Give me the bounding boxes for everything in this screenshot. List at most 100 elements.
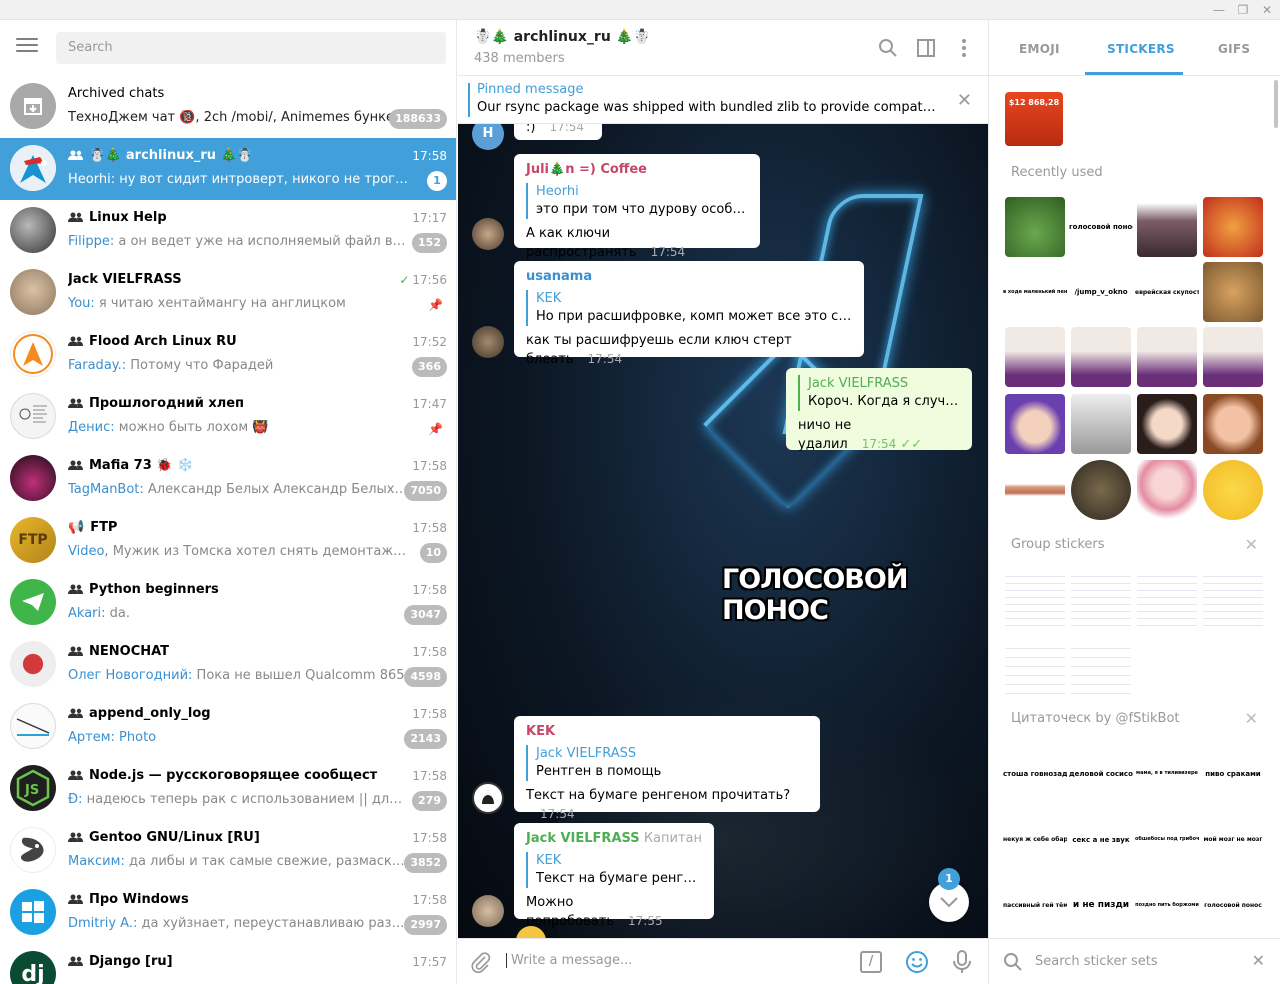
sticker[interactable]	[1203, 197, 1263, 257]
chat-item-archlinux-ru[interactable]: ☃️🎄 archlinux_ru 🎄☃️ 17:58 Heorhi: ну во…	[0, 138, 456, 200]
chat-item-nenochat[interactable]: NENOCHAT 17:58 Олег Новогодний: Пока не …	[0, 634, 456, 696]
sticker[interactable]	[1203, 327, 1263, 387]
sticker[interactable]: голосовой понос	[1201, 902, 1265, 909]
chat-item-mafia-73[interactable]: Mafia 73 🐞 ❄️ 17:58 TagManBot: Александр…	[0, 448, 456, 510]
close-icon[interactable]: ✕	[1245, 535, 1258, 554]
sticker[interactable]	[1137, 394, 1197, 454]
message-bubble[interactable]: usanama KEK Но при расшифровке, комп мож…	[514, 261, 864, 367]
sticker[interactable]	[1005, 570, 1065, 630]
sticker[interactable]	[1005, 460, 1065, 520]
command-icon[interactable]: /	[860, 951, 882, 973]
sticker[interactable]	[1005, 394, 1065, 454]
chat-item-jack-vielfrass[interactable]: Jack VIELFRASS ✓ 17:56 You: я читаю хента…	[0, 262, 456, 324]
sticker-message[interactable]: ГОЛОСОВОЙ ПОНОС	[722, 564, 988, 626]
chat-item-append-only-log[interactable]: append_only_log 17:58 Артем: Photo 2143	[0, 696, 456, 758]
scrollbar[interactable]	[1274, 80, 1278, 128]
sticker[interactable]: пассивный гей тёма	[1003, 902, 1067, 909]
sticker[interactable]	[1203, 262, 1263, 322]
tab-stickers[interactable]: STICKERS	[1107, 42, 1175, 56]
sidebar-toggle-icon[interactable]	[916, 38, 936, 58]
chat-preview: Максим: да либы и так самые свежие, разм…	[68, 854, 408, 869]
sticker[interactable]: пиво сраками	[1201, 770, 1265, 778]
sticker[interactable]	[1071, 570, 1131, 630]
sticker[interactable]: деловой сосисон	[1069, 770, 1133, 778]
chat-item-pro-windows[interactable]: Про Windows 17:58 Dmitriy A.: да хуйзнае…	[0, 882, 456, 944]
sticker[interactable]: в ходе маленький пенис смотреть	[1003, 289, 1067, 295]
message-bubble[interactable]: :) 17:54	[514, 124, 602, 140]
close-window-button[interactable]: ✕	[1258, 2, 1276, 18]
sticker[interactable]: некуя ж себе обарбанк	[1003, 836, 1067, 843]
sticker[interactable]	[1203, 570, 1263, 630]
sticker[interactable]: еврейская скупость	[1135, 289, 1199, 296]
reply-quote[interactable]: Heorhi это при том что дурову особно ...	[526, 183, 748, 219]
sticker[interactable]: обшебосы под грибочками	[1135, 836, 1199, 842]
tab-emoji[interactable]: EMOJI	[1019, 42, 1060, 56]
emoji-icon[interactable]	[905, 950, 929, 974]
mic-icon[interactable]	[952, 950, 972, 974]
chat-time: 17:58	[412, 645, 447, 659]
sticker[interactable]	[1137, 460, 1197, 520]
sticker[interactable]	[1137, 327, 1197, 387]
sender-name: usanama	[526, 269, 593, 284]
attach-icon[interactable]	[470, 951, 492, 973]
chat-preview: Heorhi: ну вот сидит интроверт, никого н…	[68, 172, 408, 187]
more-icon[interactable]	[954, 38, 974, 58]
close-icon[interactable]: ✕	[1245, 709, 1258, 728]
search-input[interactable]: Search	[56, 32, 446, 64]
chat-item-flood-arch[interactable]: Flood Arch Linux RU 17:52 Faraday.: Пото…	[0, 324, 456, 386]
sticker-search-input[interactable]: Search sticker sets	[1035, 954, 1158, 969]
pinned-message-bar[interactable]: Pinned message Our rsync package was shi…	[458, 76, 988, 124]
message-input[interactable]: Write a message...	[506, 953, 836, 968]
sticker[interactable]: /jump_v_okno	[1069, 288, 1133, 296]
avatar: FTP	[10, 517, 56, 563]
sender-name: KEK	[526, 724, 556, 739]
sticker[interactable]	[1005, 197, 1065, 257]
sticker[interactable]: мой мозг не мозг	[1201, 836, 1265, 843]
sticker[interactable]	[1071, 394, 1131, 454]
sticker-set-thumbnail[interactable]: $12 868,28	[1005, 92, 1063, 146]
sticker[interactable]: и не пизди	[1069, 900, 1133, 910]
search-icon[interactable]	[878, 38, 898, 58]
sticker[interactable]	[1071, 327, 1131, 387]
maximize-button[interactable]: ❐	[1234, 2, 1252, 18]
chat-item-gentoo[interactable]: Gentoo GNU/Linux [RU] 17:58 Максим: да л…	[0, 820, 456, 882]
window-titlebar: — ❐ ✕	[0, 0, 1280, 20]
chat-item-archived[interactable]: Archived chats ТехноДжем чат 🔞, 2ch /mob…	[0, 76, 456, 138]
minimize-button[interactable]: —	[1210, 2, 1228, 18]
sticker[interactable]	[1203, 460, 1263, 520]
sticker[interactable]: поздно пить боржоми	[1135, 902, 1199, 908]
menu-icon[interactable]	[16, 38, 38, 54]
chat-preview: Akari: da.	[68, 606, 130, 621]
sticker[interactable]: стоша говнозад	[1003, 770, 1067, 778]
chat-item-ftp[interactable]: FTP 📢 FTP 17:58 Video, Мужик из Томска хо…	[0, 510, 456, 572]
chat-item-python-beginners[interactable]: Python beginners 17:58 Akari: da. 3047	[0, 572, 456, 634]
sticker[interactable]	[1005, 327, 1065, 387]
message-bubble-outgoing[interactable]: Jack VIELFRASS Короч. Когда я случай... …	[786, 368, 972, 452]
sticker[interactable]	[1137, 570, 1197, 630]
chat-item-nodejs[interactable]: JS Node.js — русскоговорящее сообщество …	[0, 758, 456, 820]
sticker[interactable]	[1071, 640, 1131, 700]
sticker[interactable]	[1005, 640, 1065, 700]
sticker[interactable]: мама, я в тиливизере	[1135, 770, 1199, 776]
sticker[interactable]: голосовой понос	[1069, 223, 1133, 231]
chat-item-linux-help[interactable]: Linux Help 17:17 Filippe: а он ведет уже…	[0, 200, 456, 262]
reply-quote[interactable]: KEK Но при расшифровке, комп может все э…	[526, 290, 852, 326]
message-bubble[interactable]: KEK Jack VIELFRASS Рентген в помощь Текс…	[514, 716, 820, 821]
chat-item-proshlogodniy-hlep[interactable]: Прошлогодний хлеп 17:47 Денис: можно быт…	[0, 386, 456, 448]
chat-header[interactable]: ☃️🎄 archlinux_ru 🎄☃️ 438 members	[458, 20, 988, 76]
sticker[interactable]: секс а не звук	[1069, 836, 1133, 844]
reply-quote[interactable]: KEK Текст на бумаге ренгено...	[526, 852, 702, 888]
close-icon[interactable]: ✕	[957, 90, 972, 111]
chat-item-django[interactable]: dj Django [ru] 17:57	[0, 944, 456, 984]
reply-quote[interactable]: Jack VIELFRASS Короч. Когда я случай...	[798, 375, 960, 411]
sticker[interactable]	[1203, 394, 1263, 454]
chat-time: 17:58	[412, 521, 447, 535]
sticker[interactable]	[1071, 460, 1131, 520]
message-bubble[interactable]: Jack VIELFRASS Капитан KEK Текст на бумаг…	[514, 823, 714, 929]
tab-gifs[interactable]: GIFS	[1218, 42, 1250, 56]
reply-quote[interactable]: Jack VIELFRASS Рентген в помощь	[526, 745, 808, 781]
sticker[interactable]	[1137, 197, 1197, 257]
message-bubble[interactable]: Juli🎄n =) Coffee Heorhi это при том что …	[514, 154, 760, 260]
archive-icon	[10, 83, 56, 129]
close-icon[interactable]: ✕	[1252, 951, 1265, 970]
